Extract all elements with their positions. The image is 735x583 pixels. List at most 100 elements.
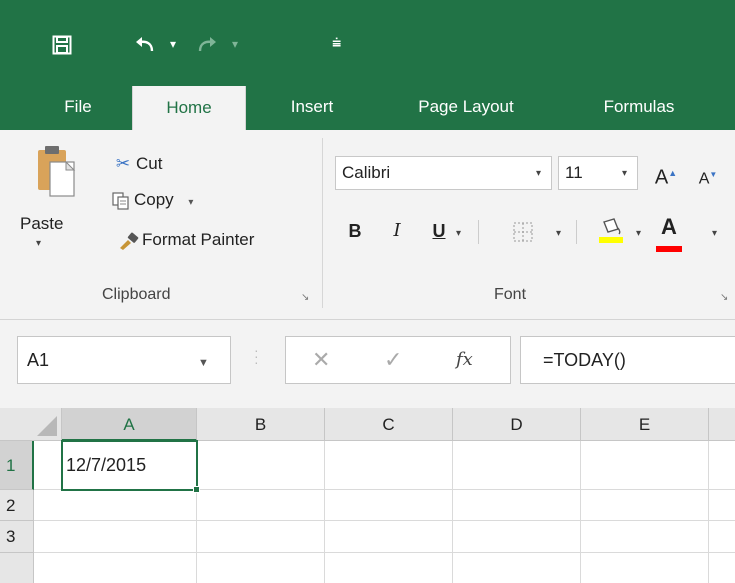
paste-icon[interactable]	[36, 144, 76, 200]
cut-button[interactable]: ✂ Cut	[112, 154, 163, 174]
font-color-letter: A	[661, 214, 677, 239]
undo-dropdown-icon[interactable]: ▾	[170, 22, 176, 66]
shrink-font-letter: A	[698, 170, 710, 188]
ribbon: Paste ▾ ✂ Cut Copy ▾ Format Painter Clipb…	[0, 130, 735, 320]
formula-input[interactable]: =TODAY()	[520, 336, 735, 384]
column-header-e[interactable]: E	[581, 408, 709, 441]
enter-icon[interactable]: ✓	[384, 337, 402, 383]
select-all-button[interactable]	[0, 408, 62, 441]
font-name-select[interactable]: Calibri	[335, 156, 552, 190]
font-name-dropdown-icon[interactable]: ▾	[536, 168, 541, 179]
cell-e4[interactable]	[581, 553, 709, 583]
cell-f3[interactable]	[709, 521, 735, 553]
divider	[576, 220, 577, 244]
decrease-font-size-button[interactable]: A▼	[696, 160, 720, 194]
cell-b4[interactable]	[197, 553, 325, 583]
divider	[478, 220, 479, 244]
font-launcher-icon[interactable]: ↘	[720, 292, 728, 303]
fill-bucket-icon	[599, 218, 623, 244]
column-header-b[interactable]: B	[197, 408, 325, 441]
cell-b1[interactable]	[197, 441, 325, 490]
tab-file[interactable]: File	[45, 84, 111, 130]
copy-dropdown-icon[interactable]: ▾	[188, 197, 193, 208]
paste-dropdown-icon[interactable]: ▾	[36, 238, 41, 249]
insert-function-icon[interactable]: fx	[456, 337, 473, 383]
cell-b3[interactable]	[197, 521, 325, 553]
title-bar: ▾ ▾ ⩧	[0, 0, 735, 84]
clipboard-group-label: Clipboard	[102, 286, 171, 303]
copy-label: Copy	[134, 190, 174, 209]
quick-access-toolbar: ▾ ▾ ⩧	[0, 22, 400, 66]
cell-a3[interactable]	[34, 521, 197, 553]
undo-icon[interactable]	[134, 22, 156, 66]
tab-home[interactable]: Home	[132, 86, 246, 130]
font-color-dropdown-icon[interactable]: ▾	[712, 228, 717, 239]
italic-button[interactable]: I	[386, 216, 408, 246]
cell-d1[interactable]	[453, 441, 581, 490]
format-painter-button[interactable]: Format Painter	[118, 230, 254, 250]
cell-f2[interactable]	[709, 490, 735, 521]
column-header-d[interactable]: D	[453, 408, 581, 441]
customize-icon[interactable]: ⩧	[332, 22, 341, 66]
column-header-f[interactable]	[709, 408, 735, 441]
ribbon-tabs: File Home Insert Page Layout Formulas	[0, 84, 735, 130]
formula-bar-splitter[interactable]: · · ·	[254, 343, 259, 369]
cell-a4[interactable]	[34, 553, 197, 583]
format-painter-label: Format Painter	[142, 230, 255, 249]
font-color-button[interactable]: A	[654, 212, 684, 252]
row-header-2[interactable]: 2	[0, 490, 34, 521]
column-header-a[interactable]: A	[62, 408, 197, 441]
fill-color-dropdown-icon[interactable]: ▾	[636, 228, 641, 239]
save-icon[interactable]	[52, 22, 72, 66]
tab-insert[interactable]: Insert	[268, 84, 356, 130]
paste-button[interactable]: Paste	[20, 214, 63, 234]
tab-page-layout[interactable]: Page Layout	[384, 84, 548, 130]
bold-button[interactable]: B	[344, 216, 366, 246]
cancel-icon[interactable]: ✕	[312, 337, 330, 383]
font-group-label: Font	[494, 286, 527, 303]
borders-icon	[513, 222, 533, 242]
cell-e3[interactable]	[581, 521, 709, 553]
increase-font-size-button[interactable]: A▲	[652, 158, 680, 193]
borders-dropdown-icon[interactable]: ▾	[556, 228, 561, 239]
row-header-1[interactable]: 1	[0, 441, 34, 490]
cell-e2[interactable]	[581, 490, 709, 521]
cell-a2[interactable]	[34, 490, 197, 521]
row-header-3[interactable]: 3	[0, 521, 34, 553]
copy-button[interactable]: Copy ▾	[110, 190, 193, 210]
fill-color-button[interactable]	[596, 214, 626, 244]
clipboard-launcher-icon[interactable]: ↘	[301, 292, 309, 303]
worksheet-grid: A B C D E 1 2 3 12/7/2015	[0, 408, 735, 583]
grow-font-letter: A	[654, 166, 669, 189]
underline-button[interactable]: U	[428, 216, 450, 246]
name-box-dropdown-icon[interactable]: ▼	[198, 357, 209, 369]
cell-f4[interactable]	[709, 553, 735, 583]
font-color-swatch	[656, 246, 682, 252]
cell-d2[interactable]	[453, 490, 581, 521]
font-name-value: Calibri	[342, 163, 391, 182]
group-divider	[322, 138, 323, 308]
column-header-c[interactable]: C	[325, 408, 453, 441]
cell-c1[interactable]	[325, 441, 453, 490]
scissors-icon: ✂	[115, 154, 131, 173]
copy-icon	[110, 190, 132, 210]
cell-f1[interactable]	[709, 441, 735, 490]
redo-dropdown-icon[interactable]: ▾	[232, 22, 238, 66]
cell-d4[interactable]	[453, 553, 581, 583]
cell-d3[interactable]	[453, 521, 581, 553]
cell-c3[interactable]	[325, 521, 453, 553]
paintbrush-icon	[118, 230, 140, 250]
cell-b2[interactable]	[197, 490, 325, 521]
font-size-dropdown-icon[interactable]: ▾	[622, 168, 627, 179]
borders-button[interactable]	[510, 216, 536, 246]
cell-e1[interactable]	[581, 441, 709, 490]
fill-handle[interactable]	[193, 486, 200, 493]
tab-formulas[interactable]: Formulas	[576, 84, 702, 130]
row-header-4[interactable]	[0, 553, 34, 583]
underline-dropdown-icon[interactable]: ▾	[456, 228, 461, 239]
font-size-value: 11	[565, 163, 583, 182]
redo-icon[interactable]	[196, 22, 218, 66]
formula-bar-area: A1 ▼ · · · ✕ ✓ fx =TODAY()	[0, 320, 735, 408]
cell-c2[interactable]	[325, 490, 453, 521]
cell-c4[interactable]	[325, 553, 453, 583]
